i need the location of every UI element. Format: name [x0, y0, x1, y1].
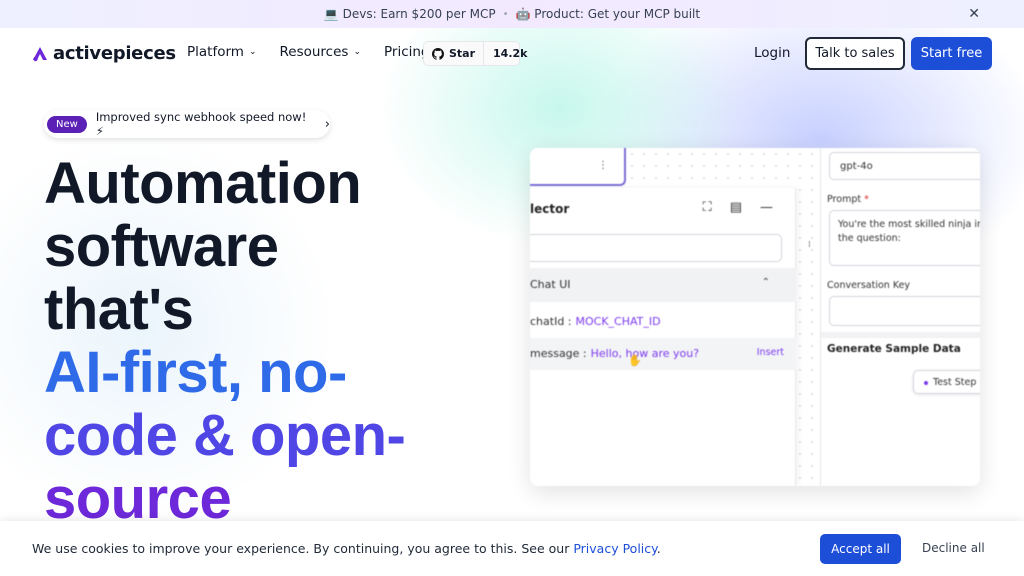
site-header: activepieces Platform ⌄ Resources ⌄ Pric… [0, 28, 1024, 78]
hero-line-1: Automation [44, 151, 362, 216]
hero-line-2: software [44, 214, 279, 279]
chevron-right-icon: › [324, 116, 330, 132]
cookie-period: . [656, 541, 661, 556]
announcement-separator: • [502, 8, 509, 20]
conversation-key-label: Conversation Key [827, 280, 911, 291]
accept-cookies-button[interactable]: Accept all [820, 534, 901, 564]
flow-step-card: ⋮ [530, 148, 626, 186]
generate-sample-data-heading: Generate Sample Data [827, 343, 961, 355]
chevron-up-icon: ⌃ [761, 277, 770, 288]
expand-icon: ⛶ [702, 200, 712, 215]
chevron-down-icon: ⌄ [353, 47, 361, 57]
prompt-label: Prompt * [827, 194, 869, 205]
nav-resources-label: Resources [279, 44, 349, 60]
logo[interactable]: activepieces [32, 43, 176, 64]
new-badge: New [47, 115, 87, 133]
model-select: gpt-4o [829, 152, 980, 180]
start-free-button[interactable]: Start free [911, 37, 992, 70]
privacy-policy-link[interactable]: Privacy Policy [573, 541, 656, 556]
hero-line-4: AI-first, no- [44, 340, 347, 405]
status-dot-icon [924, 380, 928, 385]
announcement-bar: 💻 Devs: Earn $200 per MCP • 🤖 Product: G… [0, 0, 1024, 28]
hero-heading: Automation software that's AI-first, no-… [44, 151, 406, 530]
nav-platform[interactable]: Platform ⌄ [187, 44, 256, 60]
nav-resources[interactable]: Resources ⌄ [279, 44, 361, 60]
decline-cookies-button[interactable]: Decline all [922, 541, 985, 555]
data-row-chatid: chatId : MOCK_CHAT_ID [530, 306, 796, 338]
data-row-key: chatId : [530, 315, 572, 328]
conversation-key-input [829, 296, 980, 326]
cursor-icon: ✋ [628, 354, 642, 367]
chevron-down-icon: ⌄ [248, 47, 257, 57]
talk-to-sales-button[interactable]: Talk to sales [805, 37, 905, 70]
main-nav: Platform ⌄ Resources ⌄ Pricing [187, 44, 453, 60]
dock-icon: ▤ [729, 200, 742, 215]
data-row-value: Hello, how are you? [590, 347, 700, 360]
insert-link: Insert [756, 347, 784, 358]
test-step-button: Test Step [913, 370, 980, 394]
github-icon [432, 47, 444, 60]
panel-controls: ⛶ ▤ — [703, 200, 773, 215]
data-selector-panel: lector ⛶ ▤ — Chat UI ⌃ chatId : MOCK_CHAT… [530, 188, 796, 486]
announcement-devs-link[interactable]: 💻 Devs: Earn $200 per MCP [324, 7, 496, 21]
close-icon[interactable]: ✕ [968, 6, 980, 22]
cookie-message-text: We use cookies to improve your experienc… [32, 541, 570, 556]
required-marker: * [864, 194, 869, 205]
minimize-icon: — [760, 200, 773, 215]
hero-line-3: that's [44, 277, 194, 342]
nav-platform-label: Platform [187, 44, 244, 60]
resize-handle-icon: ⁞ [808, 240, 811, 250]
new-feature-text: Improved sync webhook speed now! ⚡ [95, 110, 307, 138]
data-row-message: message : Hello, how are you? Insert [530, 338, 796, 370]
data-selector-title: lector [530, 202, 570, 216]
github-star[interactable]: Star [424, 42, 485, 65]
data-row-key: message : [530, 347, 587, 360]
panel-divider [821, 332, 980, 338]
test-step-label: Test Step [933, 377, 977, 388]
announcement-product-link[interactable]: 🤖 Product: Get your MCP built [516, 7, 701, 21]
prompt-label-text: Prompt [827, 194, 862, 205]
activepieces-logo-icon [33, 46, 47, 61]
hero-line-5: code & open- [44, 403, 406, 468]
data-group-label: Chat UI [530, 278, 571, 291]
github-star-button[interactable]: Star 14.2k [423, 41, 528, 66]
data-group-chat-ui: Chat UI ⌃ [530, 268, 796, 302]
data-search-input [530, 234, 782, 262]
more-vertical-icon: ⋮ [598, 160, 608, 171]
step-settings-panel: gpt-4o Prompt * You're the most skilled … [820, 148, 980, 486]
cookie-message: We use cookies to improve your experienc… [32, 541, 661, 556]
cookie-banner: We use cookies to improve your experienc… [0, 521, 1024, 576]
logo-text: activepieces [53, 43, 176, 64]
data-row-value: MOCK_CHAT_ID [575, 315, 661, 328]
github-star-count: 14.2k [493, 47, 528, 60]
login-link[interactable]: Login [754, 45, 790, 61]
github-star-label: Star [449, 47, 476, 60]
new-feature-pill[interactable]: New Improved sync webhook speed now! ⚡ › [44, 110, 330, 138]
prompt-textarea: You're the most skilled ninja in the que… [829, 210, 980, 266]
app-preview: ⋮ lector ⛶ ▤ — Chat UI ⌃ chatId : MOCK_CH… [530, 148, 980, 486]
